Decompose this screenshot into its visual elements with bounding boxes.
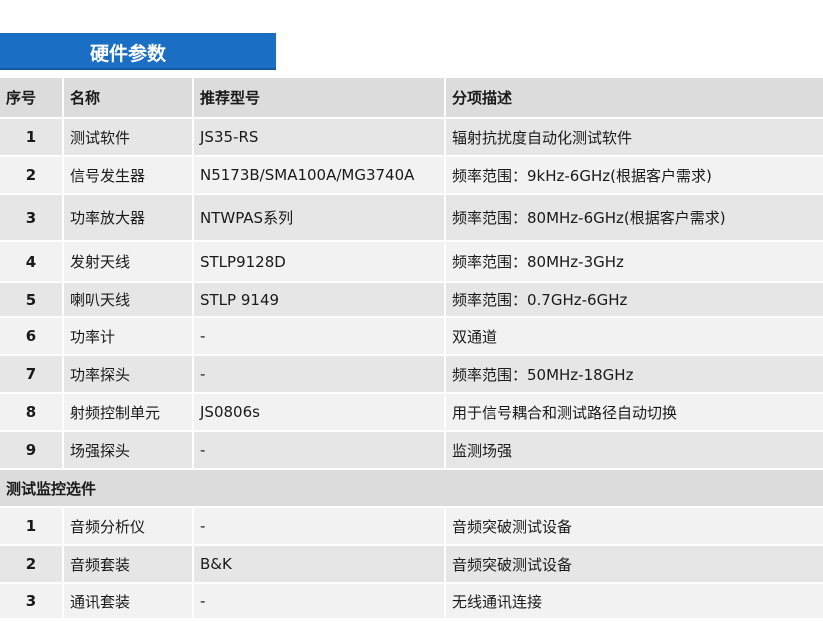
row-desc: 频率范围：50MHz-18GHz [452,365,634,384]
hardware-table: 序号 名称 推荐型号 分项描述 1 测试软件 JS35-RS 辐射抗扰度自动化测… [0,78,823,620]
row-no: 2 [0,157,64,193]
row-name: 测试软件 [64,119,194,155]
row-no: 2 [0,546,64,582]
row-desc: 双通道 [452,327,498,346]
row-desc: 频率范围：9kHz-6GHz(根据客户需求) [452,166,712,185]
row-no: 4 [0,242,64,281]
row-model: JS0806s [194,394,446,430]
row-no: 5 [0,283,64,316]
table-row: 3 功率放大器 NTWPAS系列 频率范围：80MHz-6GHz(根据客户需求) [0,195,823,242]
table-row: 3 通讯套装 - 无线通讯连接 [0,584,823,620]
row-model: N5173B/SMA100A/MG3740A [194,157,446,193]
row-model: - [194,318,446,354]
row-name: 通讯套装 [64,584,194,618]
row-name: 功率探头 [64,356,194,392]
row-name: 喇叭天线 [64,283,194,316]
row-no: 1 [0,119,64,155]
row-model: - [194,432,446,468]
table-row: 8 射频控制单元 JS0806s 用于信号耦合和测试路径自动切换 [0,394,823,432]
table-row: 5 喇叭天线 STLP 9149 频率范围：0.7GHz-6GHz [0,283,823,318]
section-title: 硬件参数 [90,43,167,65]
row-name: 功率计 [64,318,194,354]
row-no: 7 [0,356,64,392]
header-name: 名称 [64,78,194,117]
row-no: 8 [0,394,64,430]
row-name: 音频套装 [64,546,194,582]
row-model: STLP 9149 [194,283,446,316]
row-name: 功率放大器 [64,195,194,240]
table-row: 9 场强探头 - 监测场强 [0,432,823,470]
row-no: 1 [0,508,64,544]
row-no: 3 [0,584,64,618]
row-name: 射频控制单元 [64,394,194,430]
row-no: 9 [0,432,64,468]
row-name: 发射天线 [64,242,194,281]
section-title-bar: 硬件参数 [0,33,276,70]
row-model: JS35-RS [194,119,446,155]
row-model: B&K [194,546,446,582]
row-model: NTWPAS系列 [194,195,446,240]
table-row: 1 测试软件 JS35-RS 辐射抗扰度自动化测试软件 [0,119,823,157]
section-title-monitor: 测试监控选件 [6,479,97,498]
row-model: - [194,356,446,392]
row-desc: 用于信号耦合和测试路径自动切换 [452,403,678,422]
row-name: 场强探头 [64,432,194,468]
row-no: 3 [0,195,64,240]
row-model: - [194,584,446,618]
header-model: 推荐型号 [194,78,446,117]
row-desc: 辐射抗扰度自动化测试软件 [452,128,633,147]
row-name: 音频分析仪 [64,508,194,544]
row-desc: 监测场强 [452,441,513,460]
row-name: 信号发生器 [64,157,194,193]
row-no: 6 [0,318,64,354]
table-row: 1 音频分析仪 - 音频突破测试设备 [0,508,823,546]
row-desc: 音频突破测试设备 [452,517,573,536]
table-row: 7 功率探头 - 频率范围：50MHz-18GHz [0,356,823,394]
header-no: 序号 [0,78,64,117]
row-desc: 频率范围：80MHz-6GHz(根据客户需求) [452,209,726,227]
table-header-row: 序号 名称 推荐型号 分项描述 [0,78,823,119]
table-row: 2 音频套装 B&K 音频突破测试设备 [0,546,823,584]
section-header-row: 测试监控选件 [0,470,823,508]
row-desc: 音频突破测试设备 [452,555,573,574]
row-model: STLP9128D [194,242,446,281]
row-desc: 频率范围：0.7GHz-6GHz [452,291,628,309]
row-desc: 无线通讯连接 [452,592,543,611]
table-row: 4 发射天线 STLP9128D 频率范围：80MHz-3GHz [0,242,823,283]
table-row: 6 功率计 - 双通道 [0,318,823,356]
row-model: - [194,508,446,544]
header-desc: 分项描述 [452,89,513,107]
row-desc: 频率范围：80MHz-3GHz [452,253,624,271]
table-row: 2 信号发生器 N5173B/SMA100A/MG3740A 频率范围：9kHz… [0,157,823,195]
